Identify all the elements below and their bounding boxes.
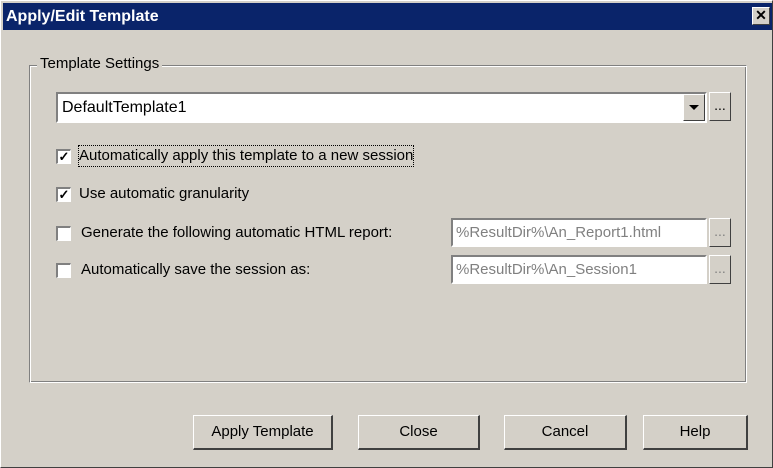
auto-granularity-checkbox[interactable]: ✓ bbox=[56, 187, 71, 202]
save-session-label[interactable]: Automatically save the session as: bbox=[81, 260, 310, 280]
template-dropdown[interactable]: DefaultTemplate1 bbox=[56, 92, 707, 123]
report-browse-button[interactable]: ... bbox=[709, 218, 731, 247]
auto-apply-checkbox[interactable]: ✓ bbox=[56, 149, 71, 164]
group-title: Template Settings bbox=[37, 53, 163, 75]
title-bar[interactable]: Apply/Edit Template ✕ bbox=[3, 3, 772, 30]
template-browse-button[interactable]: ... bbox=[709, 92, 731, 121]
help-button[interactable]: Help bbox=[643, 415, 748, 450]
auto-apply-label[interactable]: Automatically apply this template to a n… bbox=[77, 145, 415, 167]
close-button[interactable]: Close bbox=[358, 415, 480, 450]
cancel-button[interactable]: Cancel bbox=[504, 415, 627, 450]
apply-template-button[interactable]: Apply Template bbox=[193, 415, 333, 450]
close-icon[interactable]: ✕ bbox=[752, 7, 770, 25]
html-report-checkbox[interactable] bbox=[56, 226, 71, 241]
apply-edit-template-dialog: Apply/Edit Template ✕ Template Settings … bbox=[0, 0, 773, 468]
check-icon: ✓ bbox=[58, 149, 70, 164]
session-browse-button[interactable]: ... bbox=[709, 255, 731, 284]
check-icon: ✓ bbox=[58, 187, 70, 202]
session-path-field[interactable]: %ResultDir%\An_Session1 bbox=[451, 255, 707, 284]
save-session-checkbox[interactable] bbox=[56, 263, 71, 278]
chevron-down-icon[interactable] bbox=[683, 94, 705, 121]
auto-granularity-label[interactable]: Use automatic granularity bbox=[79, 184, 249, 204]
template-dropdown-value: DefaultTemplate1 bbox=[62, 99, 187, 116]
html-report-label[interactable]: Generate the following automatic HTML re… bbox=[81, 223, 392, 243]
window-title: Apply/Edit Template bbox=[6, 8, 159, 25]
report-path-field[interactable]: %ResultDir%\An_Report1.html bbox=[451, 218, 707, 247]
